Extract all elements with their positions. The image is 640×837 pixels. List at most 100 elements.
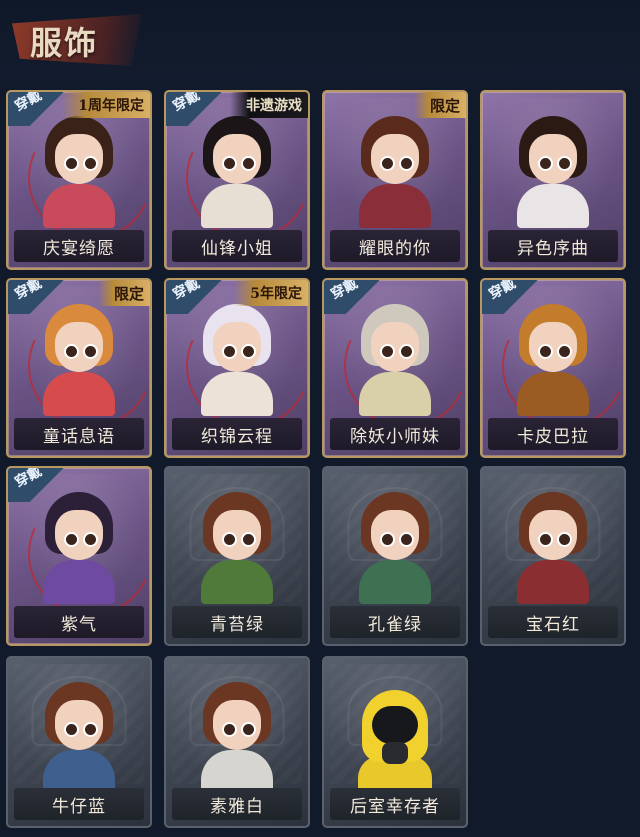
costume-portrait (14, 664, 144, 794)
costume-card[interactable]: 穿戴 5年限定织锦云程 (164, 278, 310, 458)
gas-mask-visor (372, 706, 418, 744)
costume-portrait (172, 474, 302, 604)
costume-name: 仙锋小姐 (201, 238, 273, 259)
character-eye (380, 344, 395, 359)
costume-portrait (330, 474, 460, 604)
character-eye (222, 344, 237, 359)
worn-badge: 穿戴 (8, 468, 66, 502)
worn-badge: 穿戴 (8, 280, 66, 314)
character-eye (64, 532, 79, 547)
costume-card[interactable]: 穿戴 限定童话息语 (6, 278, 152, 458)
limited-tag: 1周年限定 (62, 92, 150, 118)
costume-name-bar: 庆宴绮愿 (14, 230, 144, 262)
costume-name: 卡皮巴拉 (517, 426, 589, 447)
character-figure (195, 682, 279, 794)
costume-card[interactable]: 穿戴 非遗游戏 仙锋小姐 (164, 90, 310, 270)
character-outfit (359, 560, 431, 604)
costume-portrait (172, 664, 302, 794)
character-eye (557, 156, 572, 171)
character-figure (37, 116, 121, 228)
worn-badge-label: 穿戴 (12, 278, 45, 303)
character-eye (64, 722, 79, 737)
costume-name: 素雅白 (210, 796, 264, 817)
character-figure (353, 116, 437, 228)
costume-card[interactable]: 孔雀绿 (322, 466, 468, 646)
costume-portrait (488, 98, 618, 228)
costume-name-bar: 素雅白 (172, 788, 302, 820)
costume-name-bar: 除妖小师妹 (330, 418, 460, 450)
costume-name: 织锦云程 (201, 426, 273, 447)
costume-name-bar: 紫气 (14, 606, 144, 638)
costume-name-bar: 牛仔蓝 (14, 788, 144, 820)
character-eye (241, 722, 256, 737)
character-figure (511, 492, 595, 604)
worn-badge-label: 穿戴 (328, 278, 361, 303)
character-eye (241, 344, 256, 359)
character-outfit (201, 560, 273, 604)
character-figure (37, 682, 121, 794)
character-eye (399, 532, 414, 547)
costume-name-bar: 宝石红 (488, 606, 618, 638)
character-eye (557, 344, 572, 359)
costume-name: 耀眼的你 (359, 238, 431, 259)
character-figure (195, 116, 279, 228)
character-eye (399, 156, 414, 171)
character-outfit (517, 560, 589, 604)
costume-card[interactable]: 穿戴 除妖小师妹 (322, 278, 468, 458)
costume-name: 后室幸存者 (350, 796, 440, 817)
character-eye (83, 156, 98, 171)
character-eye (241, 156, 256, 171)
character-figure (195, 304, 279, 416)
costume-name-bar: 卡皮巴拉 (488, 418, 618, 450)
costume-card[interactable]: 素雅白 (164, 656, 310, 828)
costume-card[interactable]: 后室幸存者 (322, 656, 468, 828)
character-eye (380, 532, 395, 547)
character-eye (222, 156, 237, 171)
costume-card[interactable]: 穿戴卡皮巴拉 (480, 278, 626, 458)
character-eye (222, 532, 237, 547)
worn-badge-label: 穿戴 (486, 278, 519, 303)
hazmat-figure (358, 690, 432, 800)
costume-card[interactable]: 穿戴 1周年限定庆宴绮愿 (6, 90, 152, 270)
worn-badge-label: 穿戴 (12, 90, 45, 115)
worn-badge-label: 穿戴 (12, 466, 45, 491)
character-figure (511, 304, 595, 416)
character-outfit (359, 372, 431, 416)
costume-card[interactable]: 限定 耀眼的你 (322, 90, 468, 270)
character-eye (64, 344, 79, 359)
costume-name: 宝石红 (526, 614, 580, 635)
costume-name: 牛仔蓝 (52, 796, 106, 817)
costume-portrait (488, 474, 618, 604)
character-eye (222, 722, 237, 737)
costume-card[interactable]: 牛仔蓝 (6, 656, 152, 828)
character-outfit (43, 184, 115, 228)
costume-card[interactable]: 穿戴 紫气 (6, 466, 152, 646)
character-eye (83, 532, 98, 547)
character-eye (64, 156, 79, 171)
character-eye (380, 156, 395, 171)
limited-tag: 5年限定 (234, 280, 308, 306)
character-outfit (201, 184, 273, 228)
gas-mask-filter (382, 742, 408, 764)
character-outfit (517, 372, 589, 416)
costume-name-bar: 孔雀绿 (330, 606, 460, 638)
character-outfit (43, 560, 115, 604)
limited-tag: 限定 (97, 280, 150, 306)
costume-name: 童话息语 (43, 426, 115, 447)
character-outfit (517, 184, 589, 228)
costume-name-bar: 异色序曲 (488, 230, 618, 262)
costume-name: 青苔绿 (210, 614, 264, 635)
character-outfit (43, 372, 115, 416)
limited-tag: 非遗游戏 (230, 92, 308, 118)
worn-badge: 穿戴 (482, 280, 540, 314)
character-outfit (359, 184, 431, 228)
character-figure (353, 492, 437, 604)
costume-card[interactable]: 青苔绿 (164, 466, 310, 646)
character-eye (538, 532, 553, 547)
character-figure (195, 492, 279, 604)
costume-card[interactable]: 异色序曲 (480, 90, 626, 270)
costume-name-bar: 童话息语 (14, 418, 144, 450)
worn-badge-label: 穿戴 (170, 278, 203, 303)
costume-card[interactable]: 宝石红 (480, 466, 626, 646)
costume-name: 孔雀绿 (368, 614, 422, 635)
